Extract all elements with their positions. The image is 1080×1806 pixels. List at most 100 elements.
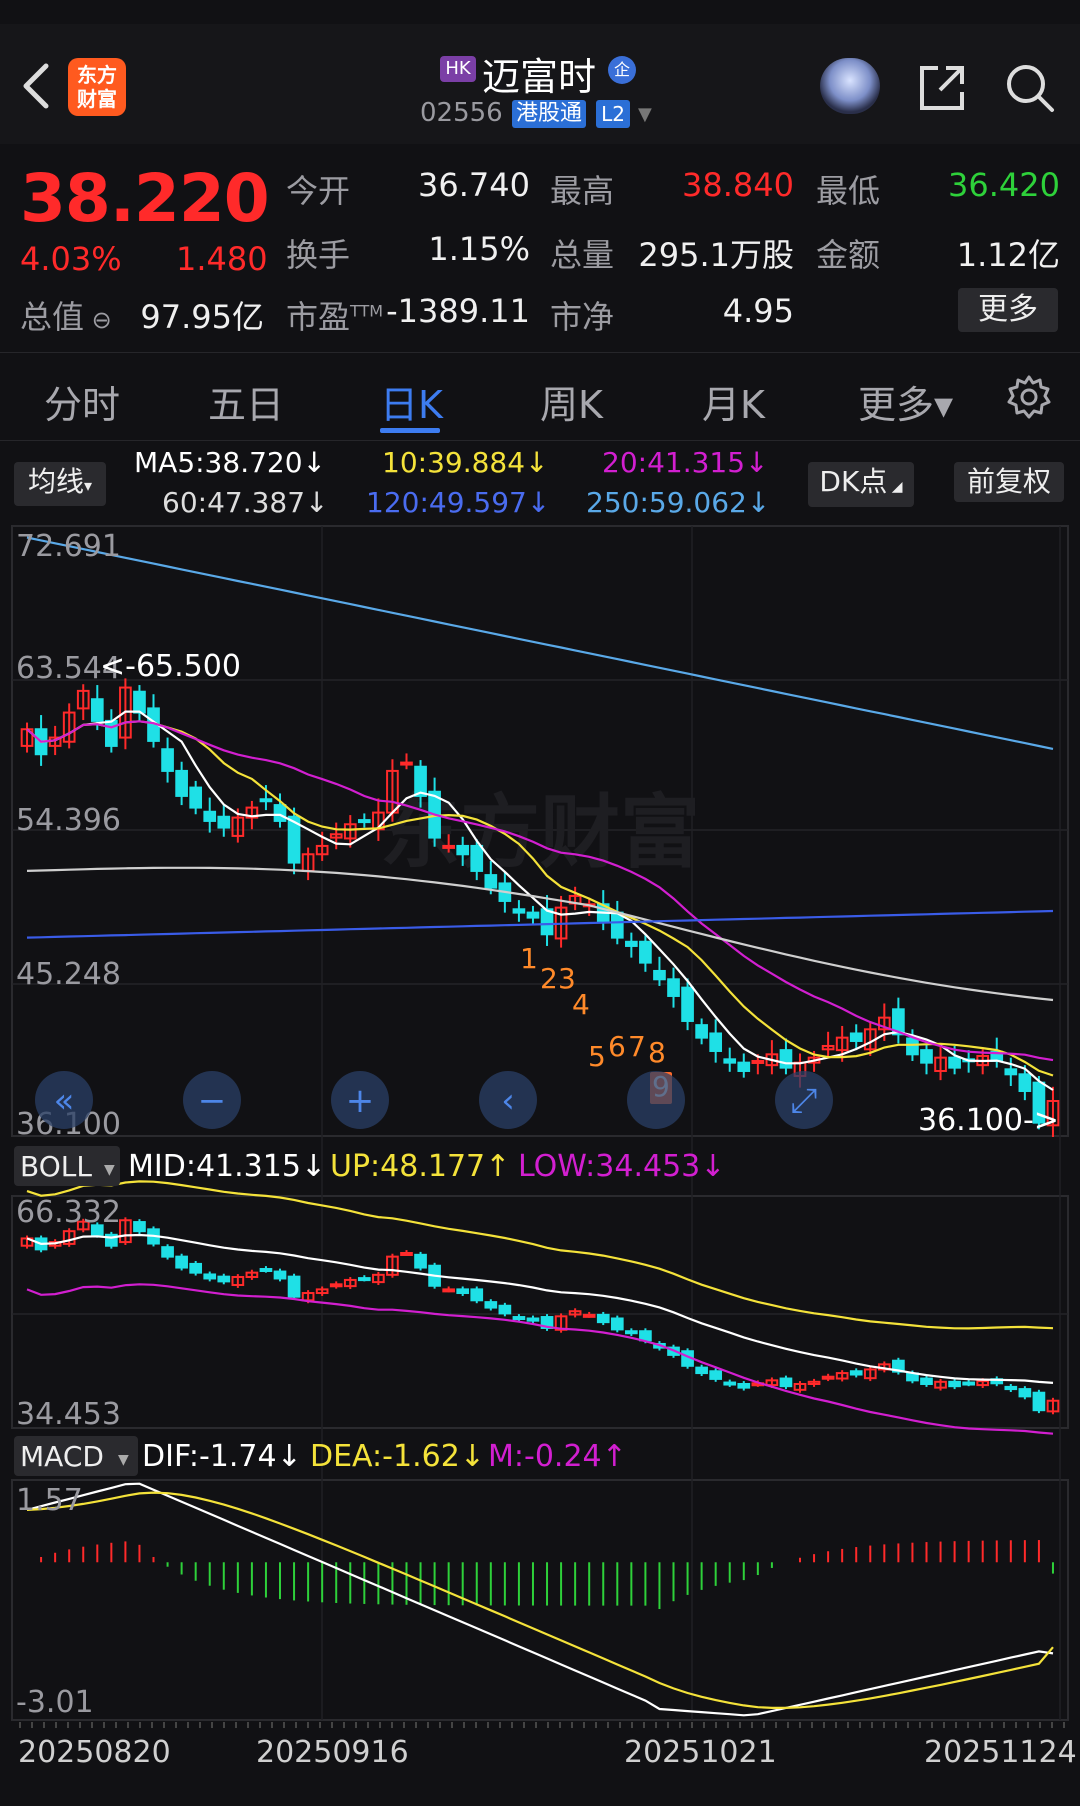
period-low-marker: 36.100-> [918, 1103, 1059, 1138]
boll-candle-down [175, 1255, 188, 1269]
zoom-out-button[interactable]: − [183, 1071, 241, 1129]
ma120-line [26, 909, 1054, 939]
candle-down [653, 969, 666, 981]
boll-candle-down [287, 1275, 301, 1298]
scroll-marker-button[interactable] [627, 1071, 685, 1129]
candle-down [667, 978, 680, 997]
td-count-label: 4 [572, 988, 590, 1021]
candle-down [625, 940, 638, 947]
boll-candle-down [610, 1317, 624, 1331]
candle-down [779, 1049, 793, 1069]
price-axis-label: 54.396 [16, 803, 121, 838]
date-axis-label: 20251124 [924, 1735, 1077, 1770]
boll-candle-down [484, 1301, 498, 1309]
candle-down [357, 819, 371, 824]
boll-candle-down [357, 1277, 371, 1282]
zoom-out-icon: − [198, 1081, 227, 1121]
candle-down [456, 844, 470, 856]
boll-candle-down [259, 1268, 273, 1273]
candle-down [906, 1037, 919, 1056]
boll-candle-up [582, 1313, 596, 1318]
boll-candle-down [273, 1270, 287, 1280]
boll-axis-label: 66.332 [16, 1195, 121, 1230]
candle-up [751, 1059, 765, 1064]
macd-axis-label: 1.57 [16, 1483, 83, 1518]
candle-down [1018, 1073, 1032, 1092]
candle-down [920, 1049, 933, 1064]
boll-candle-down [596, 1313, 610, 1324]
macd-axis-label: -3.01 [16, 1685, 94, 1720]
zoom-in-icon: + [346, 1081, 375, 1121]
boll-axis-label: 34.453 [16, 1397, 121, 1432]
scroll-left-icon: ‹ [501, 1081, 515, 1121]
boll-low-value: LOW:34.453↓ [518, 1149, 725, 1184]
candle-down [133, 690, 146, 714]
price-axis-label: 45.248 [16, 957, 121, 992]
boll-candle-up [442, 1288, 455, 1293]
price-axis-label: 72.691 [16, 529, 121, 564]
td-count-label: 5 [588, 1040, 606, 1073]
ma250-line [26, 536, 1054, 750]
td-count-label: 8 [648, 1036, 666, 1069]
boll-candle-down [498, 1304, 512, 1315]
fullscreen-button[interactable]: ⤢ [775, 1071, 833, 1129]
candle-down [105, 719, 118, 747]
candle-down [175, 769, 188, 797]
boll-candle-down [189, 1262, 203, 1274]
td-count-label: 6 [608, 1030, 626, 1063]
candle-down [189, 786, 203, 809]
zoom-in-button[interactable]: + [331, 1071, 389, 1129]
candle-down [1004, 1068, 1018, 1076]
macd-dea-line [26, 1491, 1054, 1710]
candle-down [259, 798, 273, 803]
boll-up-value: UP:48.177↑ [330, 1149, 510, 1184]
boll-candle-down [779, 1377, 793, 1388]
boll-candle-down [512, 1316, 526, 1321]
boll-candle-down [948, 1380, 961, 1388]
candle-down [161, 748, 174, 772]
macd-m-value: M:-0.24↑ [488, 1439, 627, 1474]
boll-candle-down [625, 1330, 638, 1335]
candle-down [203, 810, 217, 822]
boll-candle-down [1032, 1391, 1046, 1412]
macd-button-label: MACD [20, 1440, 104, 1473]
boll-candle-down [849, 1370, 863, 1376]
boll-candle-down [723, 1381, 737, 1386]
candle-down [723, 1058, 737, 1064]
boll-candle-up [400, 1251, 413, 1256]
control-circle [627, 1071, 685, 1129]
boll-mid-value: MID:41.315↓ [128, 1149, 326, 1184]
scroll-left-button[interactable]: ‹ [479, 1071, 537, 1129]
period-high-marker: <-65.500 [100, 649, 241, 684]
td-count-label: 2 [540, 962, 558, 995]
td-count-label: 7 [628, 1030, 646, 1063]
boll-candle-down [203, 1273, 217, 1280]
boll-candle-down [456, 1288, 470, 1295]
panel-frame [11, 1195, 1069, 1429]
macd-dif-line [26, 1482, 1054, 1717]
macd-dea-value: DEA:-1.62↓ [310, 1439, 485, 1474]
candle-down [639, 940, 652, 964]
candle-down [484, 874, 498, 889]
boll-button-label: BOLL [20, 1150, 92, 1183]
candle-up [442, 844, 455, 849]
candle-down [695, 1024, 708, 1039]
scroll-left-fast-button[interactable]: « [35, 1071, 93, 1129]
candle-down [849, 1032, 863, 1042]
boll-candle-up [821, 1375, 835, 1380]
boll-candle-down [414, 1253, 427, 1269]
boll-candle-down [161, 1246, 174, 1258]
kline-chart-area[interactable]: 东方财富 123456789 72.691 63.544 54.396 45.2… [0, 0, 1080, 1806]
candle-down [512, 908, 526, 914]
boll-candle-down [962, 1381, 975, 1386]
candle-down [217, 815, 231, 829]
boll-candle-down [639, 1330, 652, 1342]
date-axis-label: 20251021 [624, 1735, 777, 1770]
candle-down [681, 986, 694, 1022]
boll-candle-down [920, 1377, 933, 1385]
fullscreen-icon: ⤢ [790, 1081, 817, 1121]
boll-candle-down [470, 1288, 484, 1302]
macd-dif-value: DIF:-1.74↓ [142, 1439, 302, 1474]
candle-down [470, 844, 484, 872]
scroll-left-fast-icon: « [54, 1081, 75, 1121]
